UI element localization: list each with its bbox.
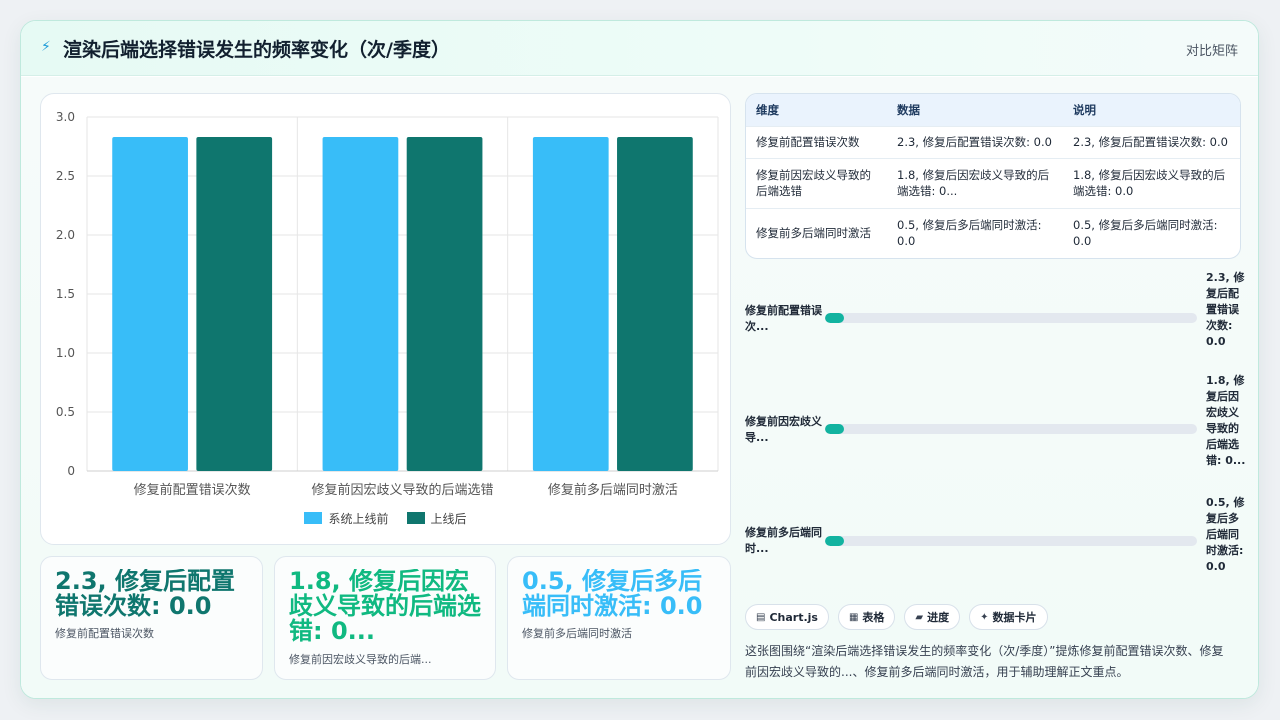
column-header: 数据 — [887, 94, 1063, 126]
table-cell: 修复前配置错误次数 — [746, 125, 887, 158]
table-icon: ▦ — [848, 611, 859, 623]
legend-item[interactable]: 上线后 — [406, 508, 467, 528]
progress-row-2: 修复前因宏歧义导... 1.8, 修复后因宏歧义导致的后端选错: 0... — [745, 373, 1245, 488]
table-cell: 1.8, 修复后因宏歧义导致的后端选错: 0.0 — [1063, 157, 1240, 208]
legend-label: 系统上线前 — [328, 511, 389, 526]
progress-row-3: 修复前多后端同时... 0.5, 修复后多后端同时激活: 0.0 — [745, 495, 1245, 595]
page-title: 渲染后端选择错误发生的频率变化（次/季度） — [63, 39, 450, 61]
table-row: 修复前配置错误次数 2.3, 修复后配置错误次数: 0.0 2.3, 修复后配置… — [746, 125, 1240, 158]
progress-track — [825, 424, 1197, 434]
legend-swatch — [304, 512, 323, 524]
sparkle-icon: ✦ — [980, 611, 989, 623]
bar — [196, 137, 273, 471]
progress-row-1: 修复前配置错误次... 2.3, 修复后配置错误次数: 0.0 — [745, 271, 1245, 373]
progress-value: 0.5, 修复后多后端同时激活: 0.0 — [1206, 496, 1245, 573]
progress-label: 修复前因宏歧义导... — [745, 415, 822, 444]
table-cell: 修复前因宏歧义导致的后端选错 — [746, 157, 887, 208]
stat-value: 2.3, 修复后配置错误次数: 0.0 — [55, 569, 235, 620]
bar — [112, 137, 188, 471]
stat-value: 1.8, 修复后因宏歧义导致的后端选错: 0... — [289, 569, 481, 645]
x-tick-label: 修复前多后端同时激活 — [548, 482, 678, 498]
chip-group: ▤ Chart.js ▦ 表格 ▰ 进度 ✦ 数据卡片 — [745, 604, 1048, 630]
x-tick-label: 修复前配置错误次数 — [134, 482, 251, 498]
chip-label: 表格 — [862, 611, 885, 624]
stat-card-1: 2.3, 修复后配置错误次数: 0.0 修复前配置错误次数 — [40, 556, 263, 680]
chip-label: Chart.js — [769, 610, 818, 624]
bar-chart: 0 0.5 1.0 1.5 2.0 2.5 3.0 修复前配置错误次数 修复前因宏歧义导致的后端… — [56, 110, 719, 498]
y-tick-label: 0.5 — [56, 405, 75, 419]
chart-legend: 系统上线前 上线后 — [41, 508, 730, 528]
progress-track — [825, 313, 1197, 323]
table-cell: 修复前多后端同时激活 — [746, 207, 887, 258]
chip-label: 数据卡片 — [992, 611, 1037, 624]
progress-track — [825, 536, 1197, 546]
table-header-row: 维度 数据 说明 — [746, 94, 1240, 126]
legend-swatch — [406, 512, 425, 524]
legend-label: 上线后 — [430, 511, 467, 526]
stat-card-2: 1.8, 修复后因宏歧义导致的后端选错: 0... 修复前因宏歧义导致的后端..… — [274, 556, 496, 680]
chip-chartjs[interactable]: ▤ Chart.js — [745, 604, 829, 630]
table-row: 修复前因宏歧义导致的后端选错 1.8, 修复后因宏歧义导致的后端选错: 0...… — [746, 157, 1240, 208]
table-cell: 2.3, 修复后配置错误次数: 0.0 — [887, 125, 1063, 158]
chart-panel: 0 0.5 1.0 1.5 2.0 2.5 3.0 修复前配置错误次数 修复前因宏歧义导致的后端… — [40, 93, 731, 545]
progress-value: 1.8, 修复后因宏歧义导致的后端选错: 0... — [1206, 374, 1246, 467]
comparison-table: 维度 数据 说明 修复前配置错误次数 2.3, 修复后配置错误次数: 0.0 2… — [745, 93, 1241, 259]
main-card: ⚡ 渲染后端选择错误发生的频率变化（次/季度） 对比矩阵 0 0.5 1.0 1.5 2… — [20, 20, 1259, 699]
table-row: 修复前多后端同时激活 0.5, 修复后多后端同时激活: 0.0 0.5, 修复后… — [746, 207, 1240, 258]
table-cell: 1.8, 修复后因宏歧义导致的后端选错: 0... — [887, 157, 1063, 208]
chip-data-card[interactable]: ✦ 数据卡片 — [969, 604, 1048, 630]
chip-progress[interactable]: ▰ 进度 — [904, 604, 961, 630]
chip-table[interactable]: ▦ 表格 — [837, 604, 896, 630]
column-header: 说明 — [1063, 94, 1240, 126]
y-tick-label: 1.5 — [56, 287, 75, 301]
table-cell: 2.3, 修复后配置错误次数: 0.0 — [1063, 125, 1240, 158]
legend-item[interactable]: 系统上线前 — [304, 508, 389, 528]
chart-description: 这张图围绕“渲染后端选择错误发生的频率变化（次/季度）”提炼修复前配置错误次数、… — [745, 644, 1224, 679]
stat-value: 0.5, 修复后多后端同时激活: 0.0 — [522, 569, 703, 620]
y-tick-label: 1.0 — [56, 346, 75, 360]
y-tick-label: 2.5 — [56, 169, 75, 183]
stat-card-3: 0.5, 修复后多后端同时激活: 0.0 修复前多后端同时激活 — [507, 556, 731, 680]
table-cell: 0.5, 修复后多后端同时激活: 0.0 — [887, 207, 1063, 258]
y-tick-label: 3.0 — [56, 110, 75, 124]
stat-label: 修复前配置错误次数 — [55, 627, 154, 641]
view-badge[interactable]: 对比矩阵 — [1186, 40, 1238, 59]
stat-label: 修复前多后端同时激活 — [522, 627, 632, 641]
progress-label: 修复前多后端同时... — [745, 526, 822, 555]
bar — [322, 137, 399, 471]
bar — [617, 137, 693, 471]
table-cell: 0.5, 修复后多后端同时激活: 0.0 — [1063, 207, 1240, 258]
column-header: 维度 — [746, 94, 887, 126]
y-tick-label: 2.0 — [56, 228, 75, 242]
card-header: ⚡ 渲染后端选择错误发生的频率变化（次/季度） 对比矩阵 — [21, 21, 1258, 76]
bar — [532, 137, 609, 471]
progress-icon: ▰ — [915, 611, 924, 623]
progress-fill — [825, 424, 844, 434]
bar — [406, 137, 483, 471]
stat-label: 修复前因宏歧义导致的后端... — [289, 652, 432, 666]
y-tick-label: 0 — [67, 464, 75, 478]
progress-value: 2.3, 修复后配置错误次数: 0.0 — [1206, 271, 1245, 348]
chip-label: 进度 — [927, 611, 950, 624]
progress-label: 修复前配置错误次... — [745, 304, 822, 333]
x-tick-label: 修复前因宏歧义导致的后端选错 — [311, 482, 493, 498]
progress-fill — [825, 536, 844, 546]
progress-fill — [825, 313, 844, 323]
chart-icon: ▤ — [756, 611, 766, 623]
bolt-icon: ⚡ — [41, 39, 51, 55]
